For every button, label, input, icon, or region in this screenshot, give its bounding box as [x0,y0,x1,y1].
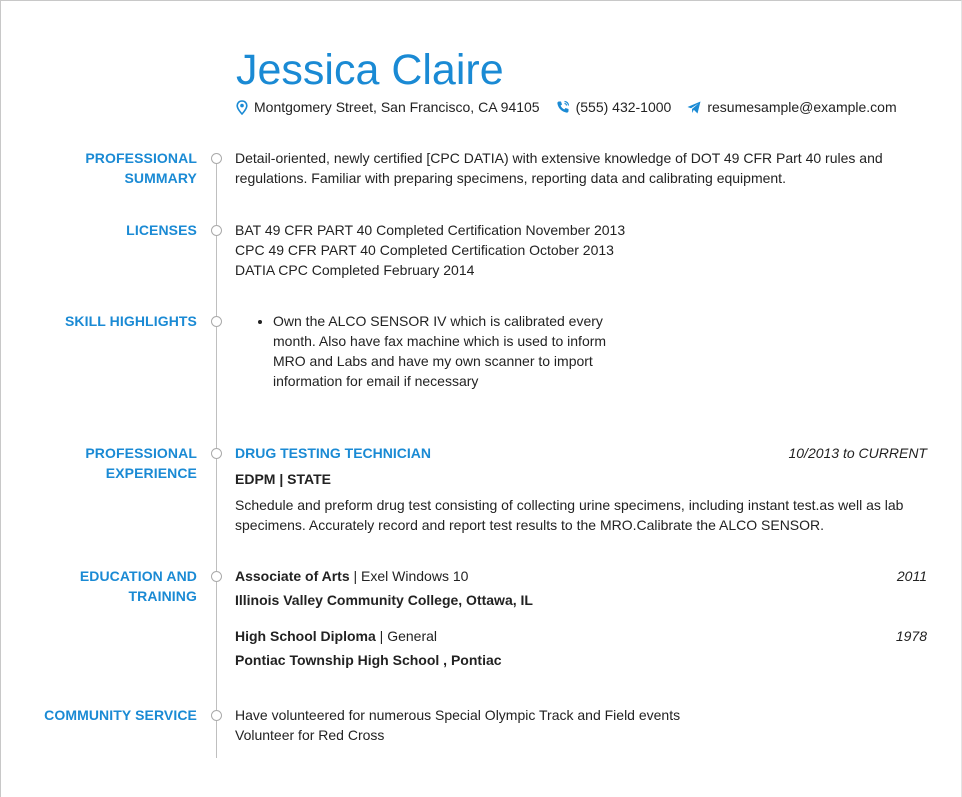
title-line: PROFESSIONAL [85,445,197,461]
education-entry: Associate of Arts | Exel Windows 10 2011… [235,566,927,610]
timeline-dot [211,225,222,236]
timeline-dot [211,153,222,164]
section-content: DRUG TESTING TECHNICIAN 10/2013 to CURRE… [235,443,927,535]
phone-item: (555) 432-1000 [556,99,672,115]
contact-bar: Montgomery Street, San Francisco, CA 941… [236,97,913,117]
job-description: Schedule and preform drug test consistin… [235,497,904,533]
job-header: DRUG TESTING TECHNICIAN 10/2013 to CURRE… [235,443,927,463]
send-icon [687,101,701,113]
title-line: PROFESSIONAL [85,150,197,166]
degree-line: Associate of Arts | Exel Windows 10 [235,566,468,586]
title-line: EDUCATION AND [79,568,197,584]
resume-page: Jessica Claire Montgomery Street, San Fr… [0,0,962,797]
timeline-dot [211,571,222,582]
skill-item: Own the ALCO SENSOR IV which is calibrat… [273,311,613,391]
job-dates: 10/2013 to CURRENT [788,445,927,461]
section-content: BAT 49 CFR PART 40 Completed Certificati… [235,220,927,280]
title-line: TRAINING [128,588,197,604]
section-title: COMMUNITY SERVICE [44,707,197,723]
timeline-dot [211,316,222,327]
summary-text: Detail-oriented, newly certified [CPC DA… [235,150,883,186]
education-year: 2011 [896,568,927,584]
location-pin-icon [236,99,248,115]
section-title: PROFESSIONAL SUMMARY [17,148,197,188]
license-item: CPC 49 CFR PART 40 Completed Certificati… [235,242,614,258]
education-entry: High School Diploma | General 1978 Ponti… [235,626,927,670]
school-name: Pontiac Township High School , Pontiac [235,652,502,668]
education-header: Associate of Arts | Exel Windows 10 2011 [235,566,927,586]
section-title: PROFESSIONAL EXPERIENCE [17,443,197,483]
email-item: resumesample@example.com [687,99,897,115]
community-item: Have volunteered for numerous Special Ol… [235,707,681,723]
title-line: SUMMARY [124,170,197,186]
address-text: Montgomery Street, San Francisco, CA 941… [254,99,540,115]
timeline-dot [211,710,222,721]
section-content: Detail-oriented, newly certified [CPC DA… [235,148,927,188]
email-text[interactable]: resumesample@example.com [707,99,896,115]
job-title: DRUG TESTING TECHNICIAN [235,445,431,461]
phone-icon [556,100,569,113]
education-header: High School Diploma | General 1978 [235,626,927,646]
candidate-name: Jessica Claire [236,46,504,94]
license-item: DATIA CPC Completed February 2014 [235,262,475,278]
section-content: Associate of Arts | Exel Windows 10 2011… [235,566,927,670]
section-title: EDUCATION AND TRAINING [17,566,197,606]
section-content: Own the ALCO SENSOR IV which is calibrat… [235,311,927,391]
section-title: SKILL HIGHLIGHTS [64,313,197,329]
school-name: Illinois Valley Community College, Ottaw… [235,592,533,608]
education-year: 1978 [895,628,927,644]
address-item: Montgomery Street, San Francisco, CA 941… [236,99,540,115]
field-of-study: | Exel Windows 10 [349,568,469,584]
license-item: BAT 49 CFR PART 40 Completed Certificati… [235,222,626,238]
section-content: Have volunteered for numerous Special Ol… [235,705,927,745]
field-of-study: | General [375,628,438,644]
degree-line: High School Diploma | General [235,626,437,646]
employer: EDPM | STATE [235,471,331,487]
title-line: EXPERIENCE [105,465,197,481]
degree: High School Diploma [235,628,376,644]
community-item: Volunteer for Red Cross [235,727,385,743]
section-title: LICENSES [126,222,197,238]
skills-list: Own the ALCO SENSOR IV which is calibrat… [235,311,613,391]
degree: Associate of Arts [235,568,350,584]
timeline-dot [211,448,222,459]
phone-text: (555) 432-1000 [575,99,672,115]
